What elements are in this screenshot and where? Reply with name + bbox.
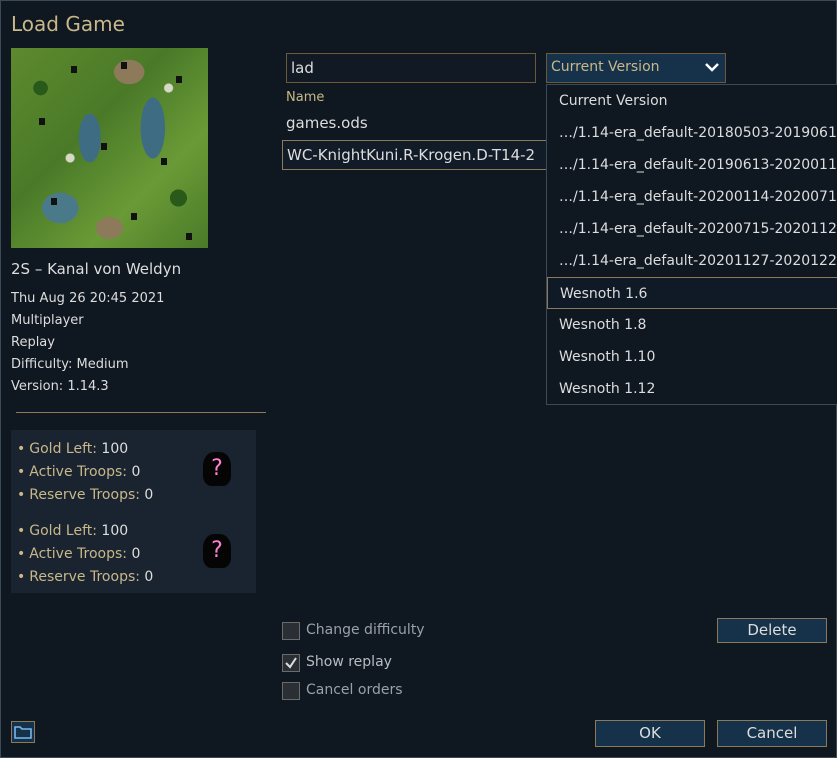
village-marker xyxy=(176,76,182,83)
dropdown-option[interactable]: …/1.14-era_default-20190613-20200113 xyxy=(547,149,837,181)
side-active-row: • Active Troops: 0 xyxy=(17,464,141,480)
game-version: Version: 1.14.3 xyxy=(11,379,109,394)
dropdown-option[interactable]: Wesnoth 1.10 xyxy=(547,341,837,373)
side-reserve-row: • Reserve Troops: 0 xyxy=(17,569,154,585)
side-gold-row: • Gold Left: 100 xyxy=(17,441,129,457)
side-active-row: • Active Troops: 0 xyxy=(17,546,141,562)
file-row-selected[interactable]: WC-KnightKuni.R-Krogen.D-T14-2 xyxy=(282,140,582,170)
open-folder-button[interactable] xyxy=(11,721,35,743)
column-header-name[interactable]: Name xyxy=(286,90,324,105)
delete-button[interactable]: Delete xyxy=(717,618,827,643)
show-replay-checkbox[interactable] xyxy=(282,654,300,672)
village-marker xyxy=(39,118,45,125)
village-marker xyxy=(121,62,127,69)
file-row[interactable]: games.ods xyxy=(282,109,582,139)
folder-icon xyxy=(14,726,32,739)
change-difficulty-label: Change difficulty xyxy=(306,622,425,638)
dropdown-option[interactable]: Current Version xyxy=(547,85,837,117)
game-type: Multiplayer xyxy=(11,313,84,328)
side-reserve-row: • Reserve Troops: 0 xyxy=(17,487,154,503)
dialog-title: Load Game xyxy=(11,12,125,36)
version-dropdown-menu: Current Version …/1.14-era_default-20180… xyxy=(546,84,837,405)
village-marker xyxy=(51,198,57,205)
sides-panel: • Gold Left: 100 • Active Troops: 0 • Reser… xyxy=(11,430,256,593)
checkmark-icon xyxy=(285,657,297,669)
scenario-name: 2S – Kanal von Weldyn xyxy=(11,260,182,278)
load-game-dialog: Load Game 2S – Kanal von Weldyn Thu Aug … xyxy=(0,0,837,758)
save-date: Thu Aug 26 20:45 2021 xyxy=(11,291,165,306)
village-marker xyxy=(161,158,167,165)
show-replay-label: Show replay xyxy=(306,654,392,670)
cancel-button[interactable]: Cancel xyxy=(717,720,827,747)
divider xyxy=(16,412,266,413)
chevron-down-icon xyxy=(705,63,719,72)
difficulty: Difficulty: Medium xyxy=(11,357,129,372)
dropdown-option[interactable]: …/1.14-era_default-20200715-20201126 xyxy=(547,213,837,245)
version-select-value: Current Version xyxy=(551,59,660,75)
side-gold-row: • Gold Left: 100 xyxy=(17,523,129,539)
cancel-orders-checkbox[interactable] xyxy=(282,682,300,700)
scenario-minimap xyxy=(11,48,208,248)
village-marker xyxy=(101,143,107,150)
village-marker xyxy=(186,233,192,240)
cancel-orders-label: Cancel orders xyxy=(306,682,403,698)
dropdown-option[interactable]: Wesnoth 1.12 xyxy=(547,373,837,404)
dropdown-option-highlighted[interactable]: Wesnoth 1.6 xyxy=(547,277,837,309)
dropdown-option[interactable]: …/1.14-era_default-20200114-20200715 xyxy=(547,181,837,213)
filter-input[interactable] xyxy=(286,53,536,83)
unknown-leader-icon: ? xyxy=(203,534,231,568)
dropdown-option[interactable]: …/1.14-era_default-20201127-20201221 xyxy=(547,245,837,277)
village-marker xyxy=(71,66,77,73)
version-select[interactable]: Current Version xyxy=(546,53,726,83)
dropdown-option[interactable]: …/1.14-era_default-20180503-20190612 xyxy=(547,117,837,149)
change-difficulty-checkbox[interactable] xyxy=(282,622,300,640)
ok-button[interactable]: OK xyxy=(595,720,705,747)
unknown-leader-icon: ? xyxy=(203,452,231,486)
dropdown-option[interactable]: Wesnoth 1.8 xyxy=(547,309,837,341)
game-mode: Replay xyxy=(11,335,55,350)
village-marker xyxy=(131,213,137,220)
